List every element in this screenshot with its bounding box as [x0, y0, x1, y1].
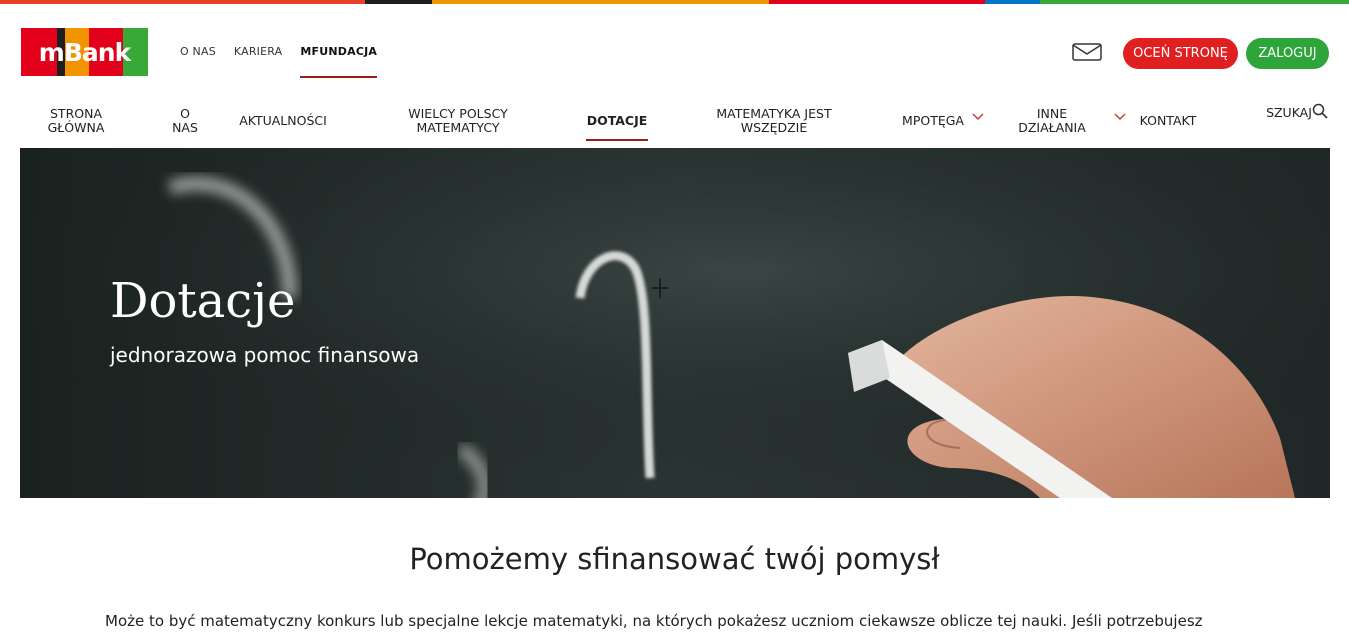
- intro-paragraph: Może to być matematyczny konkurs lub spe…: [105, 612, 1203, 630]
- nav-item-mpotega[interactable]: MPOTĘGA: [896, 98, 970, 144]
- top-links: O NAS KARIERA MFUNDACJA: [172, 45, 387, 78]
- top-link-mfundacja[interactable]: MFUNDACJA: [300, 45, 377, 78]
- nav-item-o-nas[interactable]: O NAS: [166, 98, 204, 144]
- stripe-segment: [1040, 0, 1349, 4]
- nav-item-wielcy-polscy-matematycy[interactable]: WIELCY POLSCY MATEMATYCY: [390, 98, 526, 144]
- chevron-down-icon[interactable]: [971, 110, 985, 124]
- top-link-kariera[interactable]: KARIERA: [234, 45, 283, 78]
- hero-title: Dotacje: [110, 273, 296, 329]
- search-label[interactable]: SZUKAJ: [1260, 98, 1318, 144]
- top-link-o-nas[interactable]: O NAS: [180, 45, 216, 78]
- main-nav: STRONA GŁÓWNA O NAS AKTUALNOŚCI WIELCY P…: [20, 98, 1330, 144]
- section-heading: Pomożemy sfinansować twój pomysł: [409, 542, 940, 576]
- chevron-down-icon[interactable]: [1113, 110, 1127, 124]
- stripe-segment: [769, 0, 985, 4]
- rate-page-button[interactable]: OCEŃ STRONĘ: [1123, 38, 1238, 69]
- brand-color-stripe: [0, 0, 1349, 4]
- hero-subtitle: jednorazowa pomoc finansowa: [110, 343, 420, 367]
- nav-item-inne-dzialania[interactable]: INNE DZIAŁANIA: [1012, 98, 1092, 144]
- envelope-icon[interactable]: [1072, 43, 1102, 61]
- login-button[interactable]: ZALOGUJ: [1246, 38, 1329, 69]
- stripe-segment: [432, 0, 769, 4]
- nav-item-strona-glowna[interactable]: STRONA GŁÓWNA: [38, 98, 114, 144]
- nav-item-matematyka-jest-wszedzie[interactable]: MATEMATYKA JEST WSZĘDZIE: [706, 98, 842, 144]
- logo-text: mBank: [38, 37, 131, 67]
- stripe-segment: [985, 0, 1040, 4]
- nav-item-dotacje[interactable]: DOTACJE: [586, 98, 648, 144]
- stripe-segment: [0, 0, 365, 4]
- search-icon[interactable]: [1312, 103, 1328, 119]
- mbank-logo[interactable]: mBank: [21, 28, 148, 76]
- nav-item-aktualnosci[interactable]: AKTUALNOŚCI: [232, 98, 334, 144]
- nav-item-kontakt[interactable]: KONTAKT: [1134, 98, 1202, 144]
- stripe-segment: [365, 0, 432, 4]
